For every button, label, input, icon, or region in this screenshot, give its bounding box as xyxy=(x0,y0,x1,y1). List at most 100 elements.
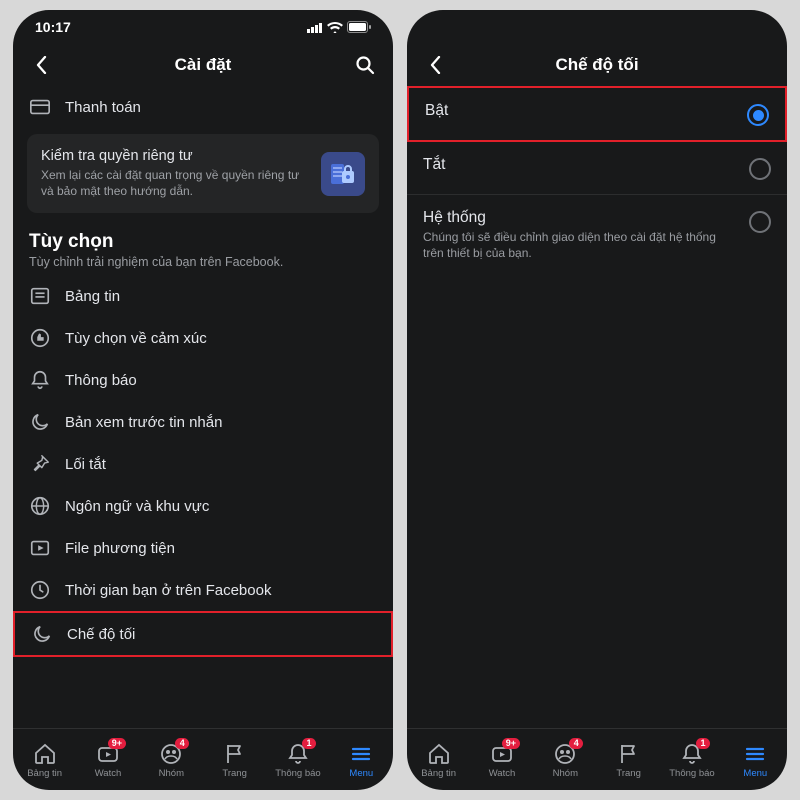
tab-pages[interactable]: Trang xyxy=(205,742,265,779)
option-subtitle: Chúng tôi sẽ điều chỉnh giao diện theo c… xyxy=(423,230,737,261)
page-title: Cài đặt xyxy=(55,55,351,75)
reaction-preferences-row[interactable]: Tùy chọn về cảm xúc xyxy=(13,317,393,359)
tab-label: Trang xyxy=(222,768,246,779)
dark-mode-row[interactable]: Chế độ tối xyxy=(13,611,393,657)
option-off[interactable]: Tắt xyxy=(407,142,787,195)
battery-icon xyxy=(347,21,371,33)
watch-icon: 9+ xyxy=(96,742,120,766)
message-preview-row[interactable]: Bản xem trước tin nhắn xyxy=(13,401,393,443)
tab-menu[interactable]: Menu xyxy=(725,742,785,779)
tab-bar: Bảng tin 9+ Watch 4 Nhóm Trang 1 Thông b… xyxy=(13,728,393,790)
news-feed-row[interactable]: Bảng tin xyxy=(13,275,393,317)
page-title: Chế độ tối xyxy=(449,55,745,75)
tab-menu[interactable]: Menu xyxy=(331,742,391,779)
like-icon xyxy=(29,327,51,349)
status-time: 10:17 xyxy=(35,19,71,35)
radio-selected-icon xyxy=(747,104,769,126)
privacy-checkup-badge xyxy=(321,152,365,196)
groups-icon: 4 xyxy=(553,742,577,766)
tab-bar: Bảng tin 9+ Watch 4 Nhóm Trang 1 Thông b… xyxy=(407,728,787,790)
bell-icon xyxy=(29,369,51,391)
wifi-icon xyxy=(327,22,343,33)
notifications-row[interactable]: Thông báo xyxy=(13,359,393,401)
row-label: Bảng tin xyxy=(65,288,120,305)
row-label: Tùy chọn về cảm xúc xyxy=(65,330,207,347)
title-bar: Chế độ tối xyxy=(407,44,787,86)
section-title: Tùy chọn xyxy=(29,231,377,253)
tab-badge: 9+ xyxy=(108,738,126,749)
option-on[interactable]: Bật xyxy=(407,86,787,142)
status-indicators xyxy=(307,21,371,33)
row-label: Chế độ tối xyxy=(67,626,135,643)
tab-notifications[interactable]: 1 Thông báo xyxy=(662,742,722,779)
tab-label: Thông báo xyxy=(275,768,320,779)
tab-label: Menu xyxy=(743,768,767,779)
option-label: Tắt xyxy=(423,156,737,174)
tab-label: Thông báo xyxy=(669,768,714,779)
moon-icon xyxy=(31,623,53,645)
home-icon xyxy=(33,742,57,766)
credit-card-icon xyxy=(29,96,51,118)
signal-icon xyxy=(307,22,323,33)
tab-label: Menu xyxy=(349,768,373,779)
status-bar xyxy=(407,10,787,44)
tab-groups[interactable]: 4 Nhóm xyxy=(535,742,595,779)
tab-badge: 9+ xyxy=(502,738,520,749)
search-icon xyxy=(355,55,375,75)
payments-row[interactable]: Thanh toán xyxy=(13,86,393,128)
bell-icon: 1 xyxy=(286,742,310,766)
media-files-row[interactable]: File phương tiện xyxy=(13,527,393,569)
tab-label: Watch xyxy=(489,768,516,779)
payments-label: Thanh toán xyxy=(65,99,141,116)
tab-watch[interactable]: 9+ Watch xyxy=(472,742,532,779)
tab-badge: 4 xyxy=(175,738,189,749)
tab-notifications[interactable]: 1 Thông báo xyxy=(268,742,328,779)
back-button[interactable] xyxy=(27,51,55,79)
tab-watch[interactable]: 9+ Watch xyxy=(78,742,138,779)
tab-label: Bảng tin xyxy=(421,768,456,779)
tab-badge: 1 xyxy=(696,738,710,749)
shortcuts-row[interactable]: Lối tắt xyxy=(13,443,393,485)
tab-label: Nhóm xyxy=(159,768,184,779)
menu-icon xyxy=(743,742,767,766)
flag-icon xyxy=(223,742,247,766)
bell-icon: 1 xyxy=(680,742,704,766)
time-on-facebook-row[interactable]: Thời gian bạn ở trên Facebook xyxy=(13,569,393,611)
dark-mode-content: Bật Tắt Hệ thống Chúng tôi sẽ điều chỉnh… xyxy=(407,86,787,728)
status-bar: 10:17 xyxy=(13,10,393,44)
tab-news-feed[interactable]: Bảng tin xyxy=(409,742,469,779)
row-label: Thời gian bạn ở trên Facebook xyxy=(65,582,271,599)
search-button[interactable] xyxy=(351,51,379,79)
privacy-checkup-card[interactable]: Kiểm tra quyền riêng tư Xem lại các cài … xyxy=(27,134,379,213)
play-rect-icon xyxy=(29,537,51,559)
back-button[interactable] xyxy=(421,51,449,79)
tab-label: Trang xyxy=(616,768,640,779)
row-label: Thông báo xyxy=(65,372,137,389)
row-label: Bản xem trước tin nhắn xyxy=(65,414,222,431)
pin-icon xyxy=(29,453,51,475)
language-row[interactable]: Ngôn ngữ và khu vực xyxy=(13,485,393,527)
row-label: File phương tiện xyxy=(65,540,175,557)
dark-mode-screen: Chế độ tối Bật Tắt Hệ thống Chúng tôi sẽ… xyxy=(407,10,787,790)
home-icon xyxy=(427,742,451,766)
tab-label: Watch xyxy=(95,768,122,779)
tab-groups[interactable]: 4 Nhóm xyxy=(141,742,201,779)
watch-icon: 9+ xyxy=(490,742,514,766)
option-label: Hệ thống xyxy=(423,209,737,227)
news-feed-icon xyxy=(29,285,51,307)
globe-icon xyxy=(29,495,51,517)
title-bar: Cài đặt xyxy=(13,44,393,86)
menu-icon xyxy=(349,742,373,766)
card-title: Kiểm tra quyền riêng tư xyxy=(41,148,309,164)
groups-icon: 4 xyxy=(159,742,183,766)
tab-label: Nhóm xyxy=(553,768,578,779)
moon-outline-icon xyxy=(29,411,51,433)
tab-news-feed[interactable]: Bảng tin xyxy=(15,742,75,779)
settings-screen: 10:17 Cài đặt Thanh toán xyxy=(13,10,393,790)
tab-pages[interactable]: Trang xyxy=(599,742,659,779)
settings-content: Thanh toán Kiểm tra quyền riêng tư Xem l… xyxy=(13,86,393,728)
option-system[interactable]: Hệ thống Chúng tôi sẽ điều chỉnh giao di… xyxy=(407,195,787,275)
radio-icon xyxy=(749,158,771,180)
radio-icon xyxy=(749,211,771,233)
row-label: Lối tắt xyxy=(65,456,106,473)
